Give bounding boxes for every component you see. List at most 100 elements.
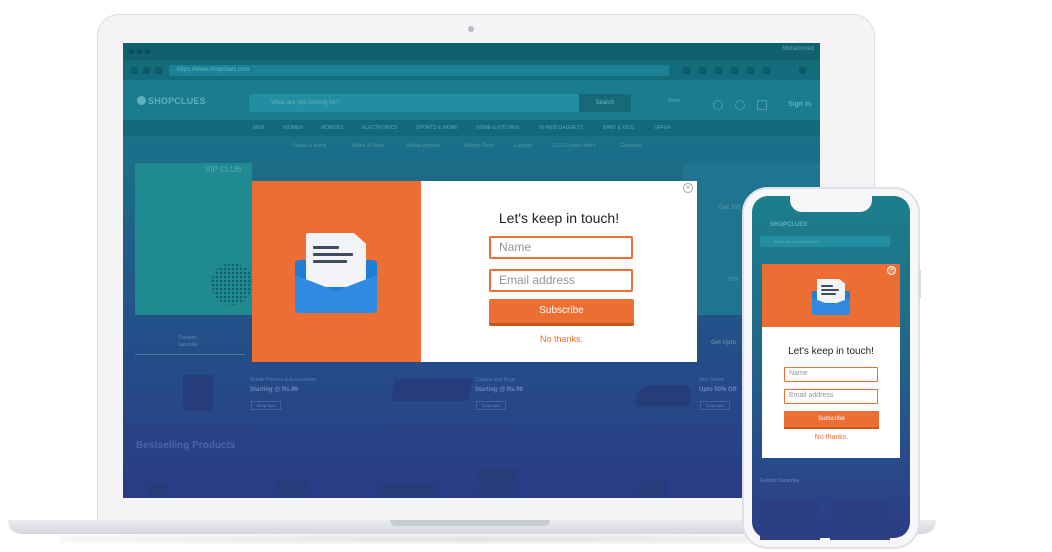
product-image[interactable]	[635, 385, 691, 407]
product-thumbnail[interactable]	[378, 483, 438, 498]
product-thumbnail[interactable]	[148, 483, 168, 498]
subcategory-link[interactable]: Groceries	[620, 143, 642, 149]
letter-icon	[306, 233, 366, 287]
product-title: Men Shoes	[699, 377, 725, 383]
product-title: Carpets and Rugs	[475, 377, 516, 383]
product-thumbnail[interactable]	[478, 468, 518, 498]
extension-icon[interactable]	[763, 67, 770, 74]
category-bar	[123, 120, 820, 136]
category-offer[interactable]: OFFER	[654, 125, 671, 131]
product-price: Starting @ Rs.99	[250, 387, 298, 393]
no-thanks-link[interactable]: No thanks.	[489, 334, 634, 344]
extension-icon[interactable]	[715, 67, 722, 74]
logo-text: SHOPCLUES	[148, 96, 206, 106]
phone-no-thanks-link[interactable]: No thanks.	[784, 434, 879, 441]
shop-now-button[interactable]: Shop Now	[251, 401, 281, 410]
laptop-base-notch	[390, 520, 550, 526]
phone-subscribe-button[interactable]: Subscribe	[784, 411, 879, 429]
letter-icon	[817, 279, 845, 303]
location-icon[interactable]	[713, 100, 723, 110]
phone-product-image[interactable]	[760, 500, 820, 540]
product-title: Mobile Phones & Accessories	[250, 377, 316, 383]
phone-site-logo[interactable]: SHOPCLUES	[770, 222, 807, 228]
phone-email-input[interactable]: Email address	[784, 389, 878, 404]
vip-club-label: VIP CLUB	[205, 165, 242, 174]
letter-line	[313, 260, 347, 263]
letter-line	[821, 285, 833, 287]
product-price: Upto 50% Off	[699, 387, 737, 393]
category-women[interactable]: WOMEN	[283, 125, 303, 131]
promo-text: Get Upto	[711, 340, 737, 346]
popup-title: Let's keep in touch!	[498, 210, 620, 226]
browser-titlebar	[123, 43, 820, 60]
promo-text: 20%	[727, 277, 740, 283]
close-icon[interactable]: ×	[887, 266, 896, 275]
back-icon[interactable]	[131, 67, 138, 74]
product-thumbnail[interactable]	[638, 481, 668, 498]
product-price: Starting @ Rs.99	[475, 387, 523, 393]
extension-icon[interactable]	[747, 67, 754, 74]
window-maximize-dot[interactable]	[145, 49, 150, 54]
category-men[interactable]: MEN	[253, 125, 264, 131]
phone-popup-title: Let's keep in touch!	[788, 346, 874, 357]
product-image[interactable]	[183, 375, 213, 411]
store-link[interactable]: Store	[668, 98, 680, 104]
browser-user-name: Mohammed	[782, 46, 814, 52]
letter-line	[821, 289, 839, 291]
laptop-camera	[468, 26, 474, 32]
phone-notch	[790, 196, 872, 212]
category-electronics[interactable]: ELECTRONICS	[362, 125, 398, 131]
phone-subscribe-popup: × Let's keep in touch! Name Email addres…	[762, 264, 900, 458]
category-gadgets[interactable]: HI-WEB GADGETS	[539, 125, 583, 131]
signin-link[interactable]: Sign In	[788, 101, 811, 108]
phone-product-image[interactable]	[830, 500, 890, 540]
phone-name-input[interactable]: Name	[784, 367, 878, 382]
subcategory-link[interactable]: COD Combo offers	[553, 143, 595, 149]
site-logo[interactable]: SHOPCLUES	[137, 96, 206, 106]
category-mobiles[interactable]: MOBILES	[321, 125, 343, 131]
cart-icon[interactable]	[757, 100, 767, 110]
window-minimize-dot[interactable]	[137, 49, 142, 54]
subscribe-button[interactable]: Subscribe	[489, 299, 634, 326]
fashion-tab[interactable]: Fashion Saturday	[178, 335, 198, 349]
extension-icon[interactable]	[731, 67, 738, 74]
shop-now-button[interactable]: Shop Now	[700, 401, 730, 410]
address-bar[interactable]: https://www.shopclues.com	[169, 65, 669, 76]
reload-icon[interactable]	[155, 67, 162, 74]
shop-now-button[interactable]: Shop Now	[476, 401, 506, 410]
logo-check-icon	[137, 96, 146, 105]
promo-text: Get 100	[719, 205, 741, 211]
subcategory-link[interactable]: Mobile phones	[407, 143, 440, 149]
fashion-tab-line1: Fashion	[179, 335, 197, 341]
extension-icon[interactable]	[699, 67, 706, 74]
subcategory-link[interactable]: Kitchen Tools	[464, 143, 494, 149]
banner-dot-pattern	[211, 263, 253, 305]
product-thumbnail[interactable]	[275, 481, 307, 498]
category-home[interactable]: HOME & KITCHEN	[476, 125, 519, 131]
subcategory-link[interactable]: Laptops	[515, 143, 533, 149]
phone-search-input[interactable]: What are you looking for?	[760, 236, 890, 247]
bestselling-heading: Bestselling Products	[136, 440, 236, 451]
extension-icon[interactable]	[683, 67, 690, 74]
name-input[interactable]: Name	[489, 236, 633, 259]
subcategory-link[interactable]: Kurtas & Kurtis	[293, 143, 326, 149]
subscribe-popup: × Let's keep in touch! Name Email addres…	[252, 181, 697, 362]
product-image[interactable]	[391, 379, 473, 401]
phone-popup-illustration: ×	[762, 264, 900, 327]
category-baby[interactable]: BABY & KIDS	[603, 125, 634, 131]
letter-line	[821, 293, 836, 295]
email-input[interactable]: Email address	[489, 269, 633, 292]
close-icon[interactable]: ×	[683, 183, 693, 193]
letter-line	[313, 246, 339, 249]
site-search-input[interactable]: What are you looking for?	[249, 94, 579, 112]
window-close-dot[interactable]	[129, 49, 134, 54]
tab-underline	[135, 354, 245, 355]
menu-icon[interactable]	[799, 67, 806, 74]
category-sports[interactable]: SPORTS & MORE	[416, 125, 458, 131]
subcategory-link[interactable]: Tshirts & Polos	[351, 143, 384, 149]
phone-fashion-label: Fashion Saturday	[760, 478, 800, 484]
site-search-button[interactable]: Search	[579, 94, 631, 112]
popup-illustration-panel	[252, 181, 421, 362]
forward-icon[interactable]	[143, 67, 150, 74]
heart-icon[interactable]	[735, 100, 745, 110]
